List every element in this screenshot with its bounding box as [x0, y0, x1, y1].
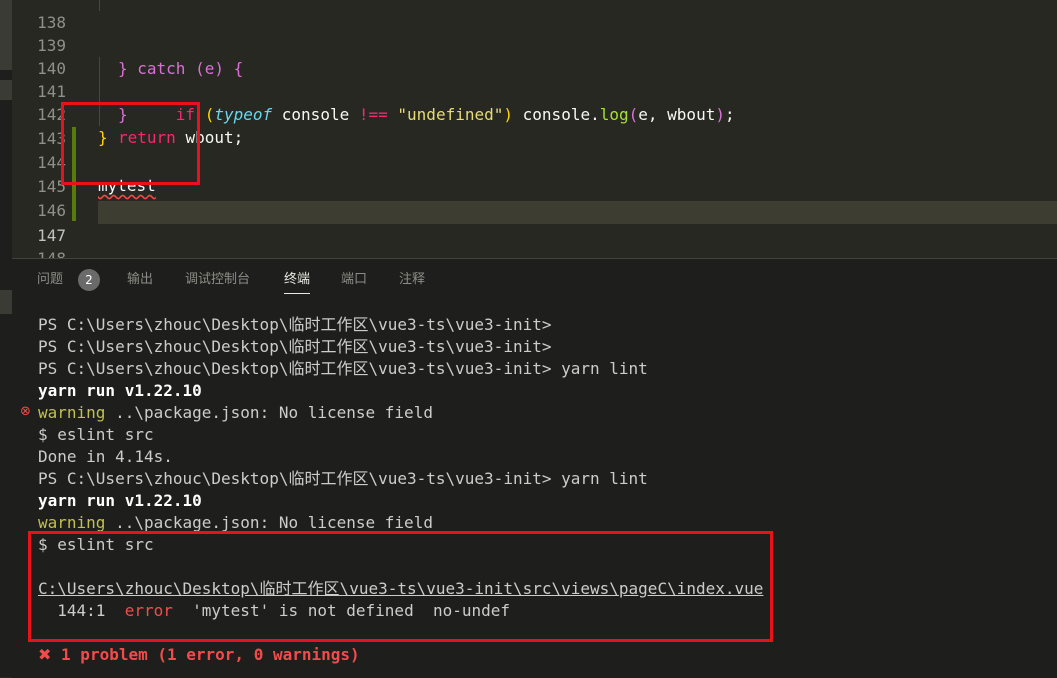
- panel-tabs: 问题 2 输出 调试控制台 终端 端口 注释: [12, 259, 1057, 301]
- code-line: 141 return wbout;: [12, 57, 1057, 147]
- activity-mark: [0, 0, 12, 70]
- terminal-prompt: PS C:\Users\zhouc\Desktop\临时工作区\vue3-ts\…: [38, 469, 552, 488]
- error-decoration-icon: ⊗: [20, 404, 31, 419]
- warning-text: ..\package.json: No license field: [105, 403, 433, 422]
- line-number: 148: [12, 247, 66, 258]
- terminal-line: $ eslint src: [38, 425, 154, 444]
- tab-terminal[interactable]: 终端: [284, 272, 311, 294]
- highlight-box: [61, 102, 200, 185]
- terminal-prompt: PS C:\Users\zhouc\Desktop\临时工作区\vue3-ts\…: [38, 359, 552, 378]
- terminal-command: yarn lint: [551, 359, 648, 378]
- activity-mark: [0, 80, 12, 100]
- problems-count-badge: 2: [78, 269, 100, 291]
- code-line: 140 }: [12, 34, 1057, 124]
- tab-debug-console[interactable]: 调试控制台: [185, 272, 250, 288]
- terminal-prompt: PS C:\Users\zhouc\Desktop\临时工作区\vue3-ts\…: [38, 337, 552, 356]
- code-line: 139 if (typeof console !== "undefined") …: [12, 11, 1057, 124]
- tab-output[interactable]: 输出: [127, 272, 153, 288]
- terminal-line: warning ..\package.json: No license fiel…: [38, 402, 1038, 424]
- tab-problems[interactable]: 问题: [37, 272, 63, 288]
- warning-text: ..\package.json: No license field: [105, 513, 433, 532]
- terminal-line: yarn run v1.22.10: [38, 491, 202, 510]
- highlight-box: [28, 531, 773, 642]
- terminal-command: yarn lint: [551, 469, 648, 488]
- error-x-icon: ✖: [38, 645, 52, 664]
- code-line: 148: [12, 224, 1057, 258]
- terminal-prompt: PS C:\Users\zhouc\Desktop\临时工作区\vue3-ts\…: [38, 315, 552, 334]
- tab-comments[interactable]: 注释: [399, 272, 425, 288]
- terminal-line: yarn run v1.22.10: [38, 381, 202, 400]
- terminal-line: PS C:\Users\zhouc\Desktop\临时工作区\vue3-ts\…: [38, 358, 1038, 380]
- terminal-line: PS C:\Users\zhouc\Desktop\临时工作区\vue3-ts\…: [38, 336, 1038, 358]
- terminal-line: ✖ 1 problem (1 error, 0 warnings): [38, 644, 1038, 666]
- activity-strip: [0, 0, 12, 677]
- terminal-line: PS C:\Users\zhouc\Desktop\临时工作区\vue3-ts\…: [38, 314, 1038, 336]
- indent-guide: [99, 0, 100, 11]
- terminal-line: Done in 4.14s.: [38, 447, 173, 466]
- warning-label: warning: [38, 513, 106, 532]
- tab-ports[interactable]: 端口: [341, 272, 367, 288]
- code-line: 142 }: [12, 80, 1057, 147]
- problem-summary: 1 problem (1 error, 0 warnings): [51, 645, 360, 664]
- code-line: 147: [12, 201, 1057, 245]
- activity-mark: [0, 290, 12, 314]
- terminal-line: PS C:\Users\zhouc\Desktop\临时工作区\vue3-ts\…: [38, 468, 1038, 490]
- warning-label: warning: [38, 403, 106, 422]
- code-line: 138 } catch (e) {: [12, 0, 1057, 78]
